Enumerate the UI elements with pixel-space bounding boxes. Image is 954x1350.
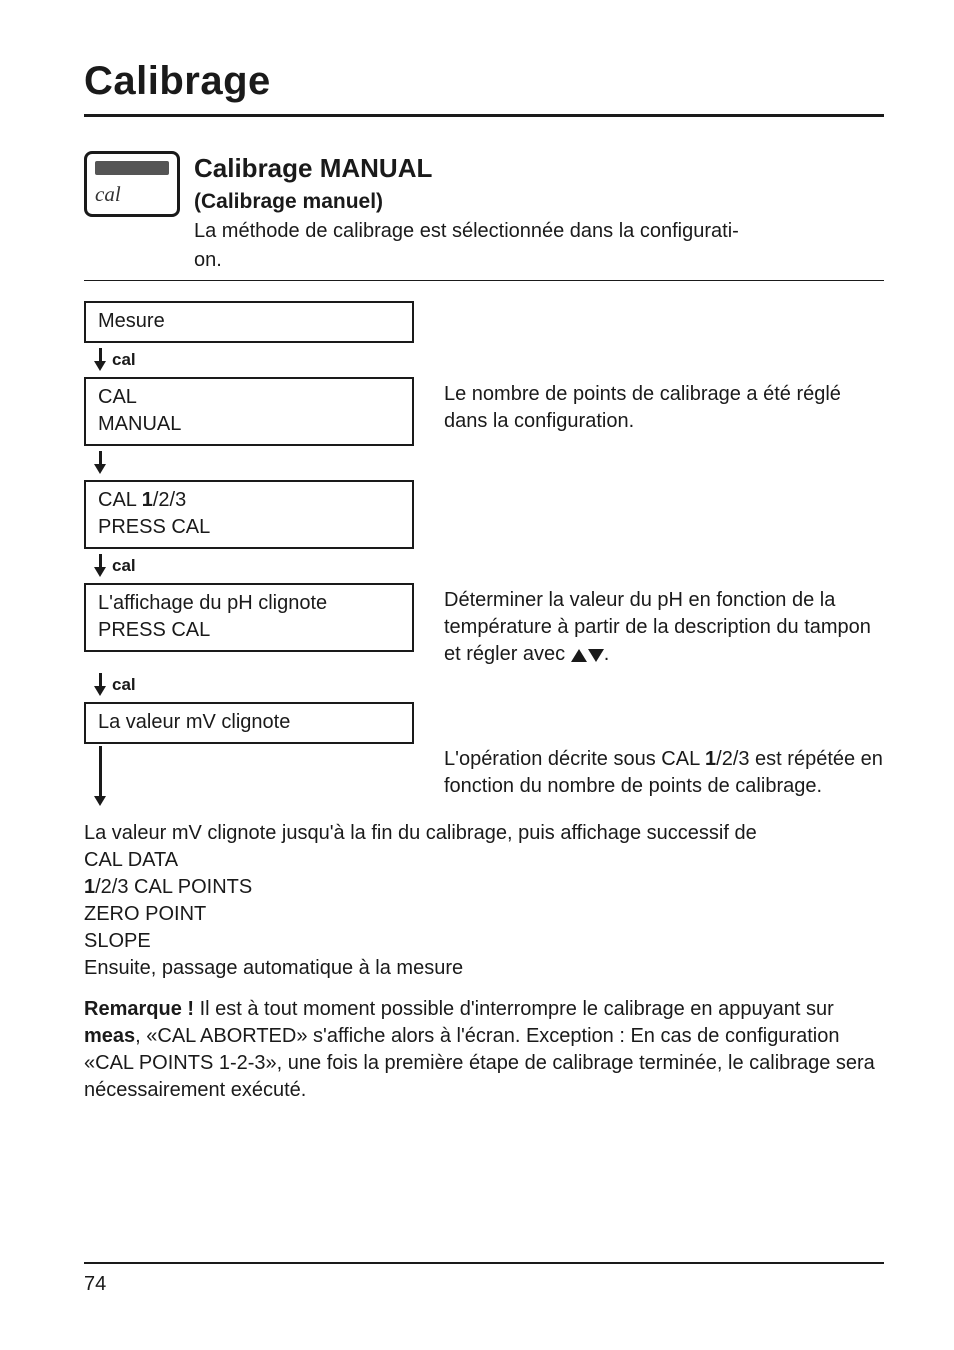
title-rule — [84, 114, 884, 117]
arrow-down-icon — [94, 554, 106, 578]
page-number: 74 — [84, 1271, 106, 1298]
tail-l3: 1/2/3 CAL POINTS — [84, 874, 884, 901]
triangle-up-icon — [571, 649, 587, 662]
arrow-down-icon — [94, 348, 106, 372]
cal-icon-bar — [95, 161, 169, 175]
remark: Remarque ! Il est à tout moment possible… — [84, 996, 884, 1104]
box-mv: La valeur mV clignote — [84, 702, 414, 744]
box-ph: L'affichage du pH clignote PRESS CAL — [84, 583, 414, 652]
ph-l1: L'affichage du pH clignote — [98, 590, 400, 617]
cal-123-l1: CAL 1/2/3 — [98, 487, 400, 514]
page-title: Calibrage — [84, 54, 884, 108]
mv-desc: L'opération décrite sous CAL 1/2/3 est r… — [444, 746, 884, 800]
arrow-down-icon — [94, 746, 106, 808]
arrow-down-icon — [94, 673, 106, 697]
intro-section: cal Calibrage MANUAL (Calibrage manuel) … — [84, 151, 884, 245]
cal-123-l2: PRESS CAL — [98, 514, 400, 541]
footer-rule — [84, 1262, 884, 1264]
tail-l1: La valeur mV clignote jusqu'à la fin du … — [84, 820, 884, 847]
tail-l6: Ensuite, passage automatique à la mesure — [84, 955, 884, 982]
tail-l4: ZERO POINT — [84, 901, 884, 928]
cal-label: cal — [112, 555, 136, 578]
triangle-down-icon — [588, 649, 604, 662]
intro-rule — [84, 280, 884, 281]
tail-l2: CAL DATA — [84, 847, 884, 874]
intro-line2: on. — [194, 247, 222, 274]
cal-icon-label: cal — [95, 180, 121, 208]
arrow-down-icon — [94, 451, 106, 475]
ph-l2: PRESS CAL — [98, 617, 400, 644]
cal-manual-desc: Le nombre de points de calibrage a été r… — [444, 377, 884, 435]
box-measure: Mesure — [84, 301, 414, 343]
box-cal-manual: CAL MANUAL — [84, 377, 414, 446]
tail-l5: SLOPE — [84, 928, 884, 955]
cal-icon: cal — [84, 151, 180, 217]
cal-manual-l1: CAL — [98, 384, 400, 411]
intro-line1: La méthode de calibrage est sélectionnée… — [194, 218, 884, 245]
cal-label: cal — [112, 674, 136, 697]
ph-desc: Déterminer la valeur du pH en fonction d… — [444, 583, 884, 668]
intro-heading: Calibrage MANUAL — [194, 151, 884, 186]
cal-label: cal — [112, 349, 136, 372]
intro-subheading: (Calibrage manuel) — [194, 188, 884, 216]
box-cal-123: CAL 1/2/3 PRESS CAL — [84, 480, 414, 549]
cal-manual-l2: MANUAL — [98, 411, 400, 438]
